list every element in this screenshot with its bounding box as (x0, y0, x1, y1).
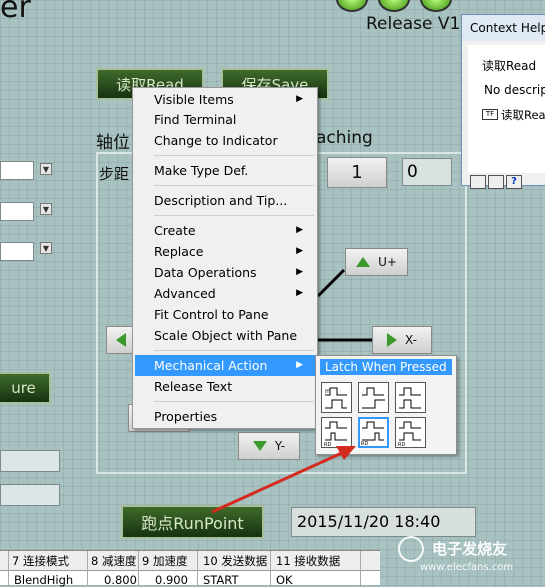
red-annotation-arrow (211, 446, 356, 514)
watermark-text: 电子发烧友 (432, 540, 508, 558)
watermark-url: www.elecfans.com (420, 562, 514, 573)
watermark-logo-icon (398, 536, 424, 562)
